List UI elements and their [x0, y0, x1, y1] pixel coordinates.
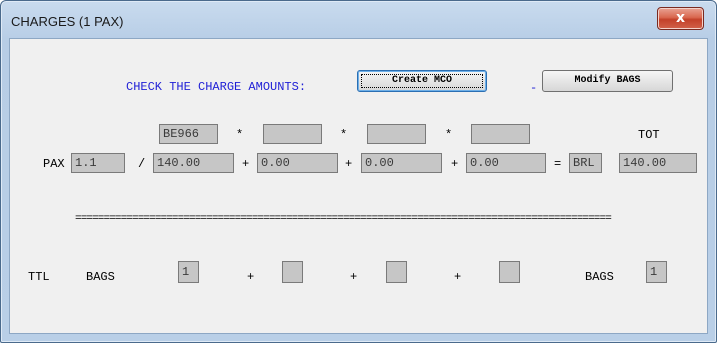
star-label: *: [340, 128, 348, 142]
plus-label: +: [345, 157, 353, 171]
slash-label: /: [138, 157, 146, 171]
modify-bags-button[interactable]: Modify BAGS: [542, 70, 673, 92]
focus-ring: [361, 74, 483, 88]
ttl-label: TTL: [28, 270, 50, 284]
bags-total-label: BAGS: [585, 270, 614, 284]
plus-label: +: [454, 270, 462, 284]
bag-field-4[interactable]: [499, 261, 520, 283]
amount-field-4[interactable]: 0.00: [466, 153, 546, 173]
amount-field-1[interactable]: 140.00: [153, 153, 234, 173]
star-label: *: [236, 128, 244, 142]
amount-field-2[interactable]: 0.00: [257, 153, 338, 173]
bag-field-3[interactable]: [386, 261, 407, 283]
plus-label: +: [350, 270, 358, 284]
check-charge-label: CHECK THE CHARGE AMOUNTS:: [126, 80, 307, 94]
bag-field-2[interactable]: [282, 261, 303, 283]
window-title: CHARGES (1 PAX): [11, 14, 124, 29]
close-button[interactable]: x: [657, 7, 704, 30]
plus-label: +: [451, 157, 459, 171]
code-field-3[interactable]: [367, 124, 426, 144]
dialog-body: CHECK THE CHARGE AMOUNTS: Create MCO - M…: [9, 38, 708, 334]
charges-window: CHARGES (1 PAX) x CHECK THE CHARGE AMOUN…: [0, 0, 717, 343]
code-field-2[interactable]: [263, 124, 322, 144]
code-field-1[interactable]: BE966: [159, 124, 218, 144]
close-icon: x: [675, 10, 686, 26]
dash-label: -: [530, 81, 538, 95]
star-label: *: [445, 128, 453, 142]
modify-bags-label: Modify BAGS: [574, 75, 641, 86]
bag-field-1[interactable]: 1: [178, 261, 199, 283]
plus-label: +: [242, 157, 250, 171]
equals-label: =: [554, 157, 562, 171]
separator-line: ========================================…: [75, 213, 612, 225]
tot-label: TOT: [638, 128, 660, 142]
plus-label: +: [247, 270, 255, 284]
pax-number-field[interactable]: 1.1: [71, 153, 125, 173]
pax-label: PAX: [43, 157, 65, 171]
amount-field-3[interactable]: 0.00: [361, 153, 442, 173]
currency-field[interactable]: BRL: [569, 153, 602, 173]
total-field[interactable]: 140.00: [619, 153, 697, 173]
code-field-4[interactable]: [471, 124, 530, 144]
bags-total-field[interactable]: 1: [646, 261, 667, 283]
bags-label: BAGS: [86, 270, 115, 284]
create-mco-button[interactable]: Create MCO: [357, 70, 487, 92]
